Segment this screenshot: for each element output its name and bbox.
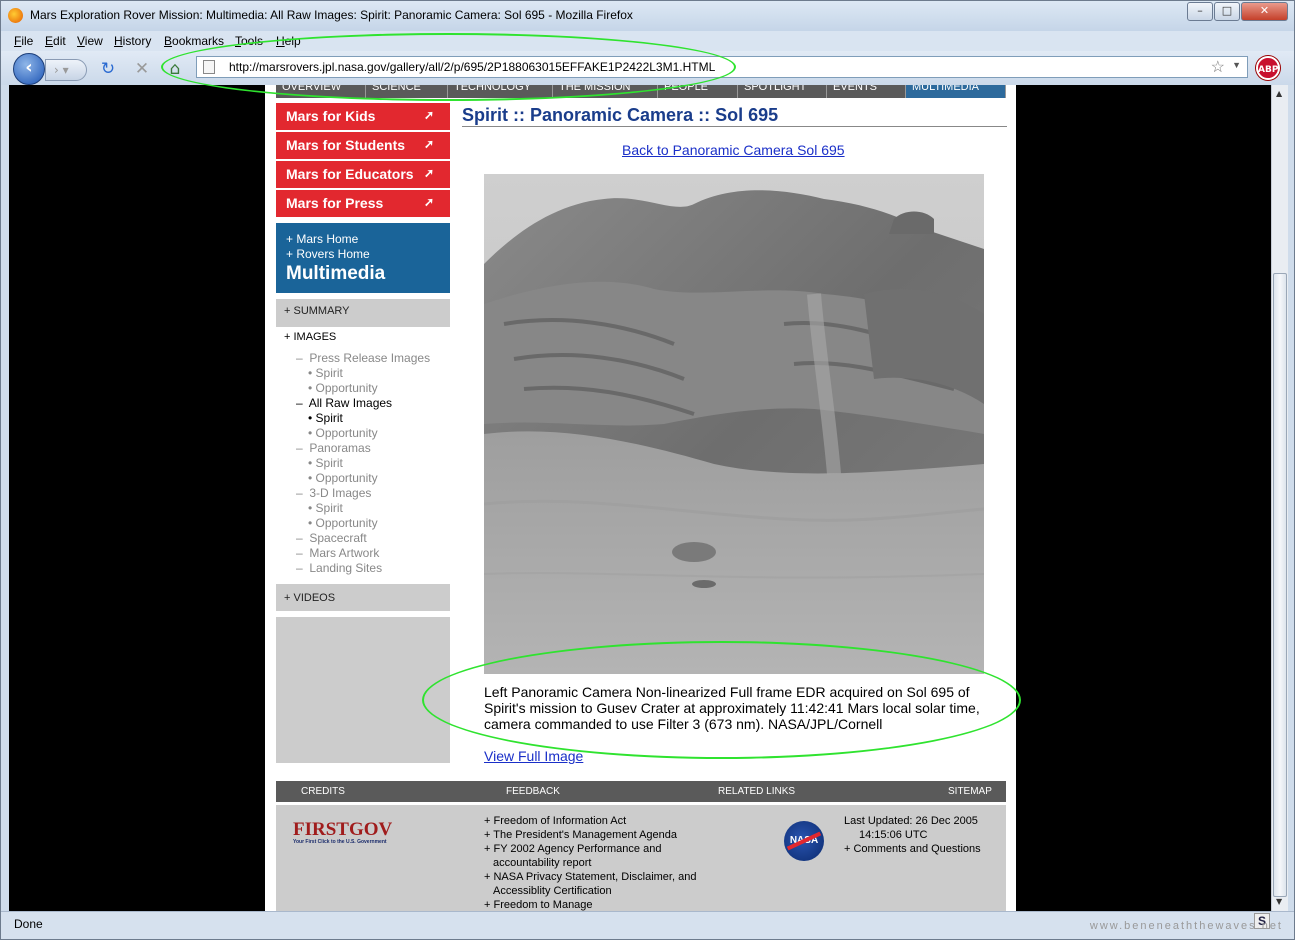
vertical-scrollbar[interactable]: ▲ ▼: [1271, 85, 1288, 911]
tree-panoramas[interactable]: – Panoramas: [296, 441, 371, 455]
fy2002-link-cont[interactable]: accountability report: [484, 856, 696, 870]
adblock-plus-button[interactable]: ABP: [1256, 56, 1280, 80]
maximize-button[interactable]: □: [1214, 2, 1240, 21]
footer-bar: CREDITS FEEDBACK RELATED LINKS SITEMAP: [276, 781, 1006, 802]
status-bar: Done S www.beneneaththewaves.net: [1, 911, 1294, 939]
page-viewport: OVERVIEW SCIENCE TECHNOLOGY THE MISSION …: [9, 85, 1271, 911]
mars-for-students-label: Mars for Students: [286, 137, 406, 153]
close-button[interactable]: ✕: [1241, 2, 1288, 21]
sidebar-summary[interactable]: + SUMMARY: [276, 299, 450, 324]
tree-pano-opportunity[interactable]: • Opportunity: [308, 471, 378, 485]
watermark: www.beneneaththewaves.net: [1089, 920, 1283, 932]
scroll-thumb[interactable]: [1273, 273, 1287, 897]
freedom-to-manage-link[interactable]: + Freedom to Manage: [484, 898, 696, 911]
footer-links: + Freedom of Information Act + The Presi…: [484, 814, 696, 911]
menu-file[interactable]: File: [14, 34, 33, 48]
tree-3d[interactable]: – 3-D Images: [296, 486, 371, 500]
sidebar-videos[interactable]: + VIDEOS: [276, 586, 450, 611]
mars-raw-image[interactable]: [484, 174, 984, 674]
nav-events[interactable]: EVENTS: [827, 85, 906, 98]
footer-feedback[interactable]: FEEDBACK: [506, 786, 560, 797]
footer-credits[interactable]: CREDITS: [301, 786, 345, 797]
mars-for-kids-label: Mars for Kids: [286, 108, 376, 124]
privacy-link-cont[interactable]: Accessiblity Certification: [484, 884, 696, 898]
highlight-oval-caption: [422, 641, 1021, 759]
menu-edit[interactable]: Edit: [45, 34, 66, 48]
reload-icon[interactable]: ↻: [97, 59, 119, 79]
tree-3d-spirit[interactable]: • Spirit: [308, 501, 343, 515]
tree-raw-opportunity[interactable]: • Opportunity: [308, 426, 378, 440]
arrow-icon: ➚: [423, 108, 434, 122]
mars-for-educators-link[interactable]: Mars for Educators ➚: [276, 161, 450, 188]
sidebar-images[interactable]: + IMAGES: [284, 331, 336, 343]
highlight-oval-url: [161, 33, 736, 101]
nasa-logo[interactable]: NASA: [784, 821, 824, 861]
arrow-icon: ➚: [423, 195, 434, 209]
minimize-button[interactable]: –: [1187, 2, 1213, 21]
tree-press[interactable]: – Press Release Images: [296, 351, 430, 365]
fy2002-link[interactable]: + FY 2002 Agency Performance and: [484, 842, 696, 856]
arrow-icon: ➚: [423, 166, 434, 180]
firefox-icon: [8, 8, 23, 23]
footer-sitemap[interactable]: SITEMAP: [948, 786, 992, 797]
privacy-link[interactable]: + NASA Privacy Statement, Disclaimer, an…: [484, 870, 696, 884]
last-updated: Last Updated: 26 Dec 2005 14:15:06 UTC +…: [844, 814, 981, 856]
tree-spacecraft[interactable]: – Spacecraft: [296, 531, 367, 545]
tree-press-spirit[interactable]: • Spirit: [308, 366, 343, 380]
section-title: Multimedia: [286, 263, 386, 284]
tree-press-opportunity[interactable]: • Opportunity: [308, 381, 378, 395]
last-updated-date: Last Updated: 26 Dec 2005: [844, 815, 978, 827]
menu-history[interactable]: History: [114, 34, 151, 48]
menu-bookmarks[interactable]: Bookmarks: [164, 34, 224, 48]
web-page: OVERVIEW SCIENCE TECHNOLOGY THE MISSION …: [265, 85, 1016, 911]
status-text: Done: [14, 917, 43, 931]
page-title: Spirit :: Panoramic Camera :: Sol 695: [462, 105, 1007, 127]
tree-artwork[interactable]: – Mars Artwork: [296, 546, 379, 560]
mars-home-link[interactable]: + Mars Home: [286, 232, 450, 247]
back-to-sol-link[interactable]: Back to Panoramic Camera Sol 695: [622, 142, 845, 158]
comments-link[interactable]: + Comments and Questions: [844, 842, 981, 856]
section-box: + Mars Home + Rovers Home Multimedia: [276, 223, 450, 293]
nav-multimedia[interactable]: MULTIMEDIA: [906, 85, 1006, 98]
browser-window: Mars Exploration Rover Mission: Multimed…: [0, 0, 1295, 940]
window-title: Mars Exploration Rover Mission: Multimed…: [30, 8, 633, 22]
mars-for-press-label: Mars for Press: [286, 195, 384, 211]
bookmark-star-icon[interactable]: ☆: [1211, 57, 1225, 77]
arrow-icon: ➚: [423, 137, 434, 151]
tree-pano-spirit[interactable]: • Spirit: [308, 456, 343, 470]
mars-for-students-link[interactable]: Mars for Students ➚: [276, 132, 450, 159]
last-updated-time: 14:15:06 UTC: [859, 829, 928, 841]
scroll-down-icon[interactable]: ▼: [1276, 897, 1282, 906]
scroll-up-icon[interactable]: ▲: [1276, 89, 1282, 98]
rovers-home-link[interactable]: + Rovers Home: [286, 247, 450, 262]
forward-button[interactable]: › ▾: [45, 59, 87, 81]
footer: FIRSTGOV Your First Click to the U.S. Gov…: [276, 805, 1006, 911]
tree-raw[interactable]: – All Raw Images: [296, 396, 392, 410]
mars-for-press-link[interactable]: Mars for Press ➚: [276, 190, 450, 217]
sidebar-divider: [276, 611, 450, 617]
mars-for-educators-label: Mars for Educators: [286, 166, 414, 182]
nav-spotlight[interactable]: SPOTLIGHT: [738, 85, 827, 98]
firstgov-logo[interactable]: FIRSTGOV Your First Click to the U.S. Gov…: [293, 819, 392, 845]
tree-raw-spirit[interactable]: • Spirit: [308, 411, 343, 425]
sidebar-images-section: + IMAGES – Press Release Images • Spirit…: [276, 327, 450, 584]
mars-for-kids-link[interactable]: Mars for Kids ➚: [276, 103, 450, 130]
footer-related-links[interactable]: RELATED LINKS: [718, 786, 795, 797]
title-bar: Mars Exploration Rover Mission: Multimed…: [1, 1, 1294, 31]
back-button[interactable]: ‹: [13, 53, 45, 85]
stop-icon[interactable]: ✕: [131, 59, 153, 79]
pma-link[interactable]: + The President's Management Agenda: [484, 828, 696, 842]
foia-link[interactable]: + Freedom of Information Act: [484, 814, 696, 828]
tree-3d-opportunity[interactable]: • Opportunity: [308, 516, 378, 530]
url-dropdown-icon[interactable]: ▼: [1232, 60, 1241, 70]
menu-view[interactable]: View: [77, 34, 103, 48]
tree-landing[interactable]: – Landing Sites: [296, 561, 382, 575]
